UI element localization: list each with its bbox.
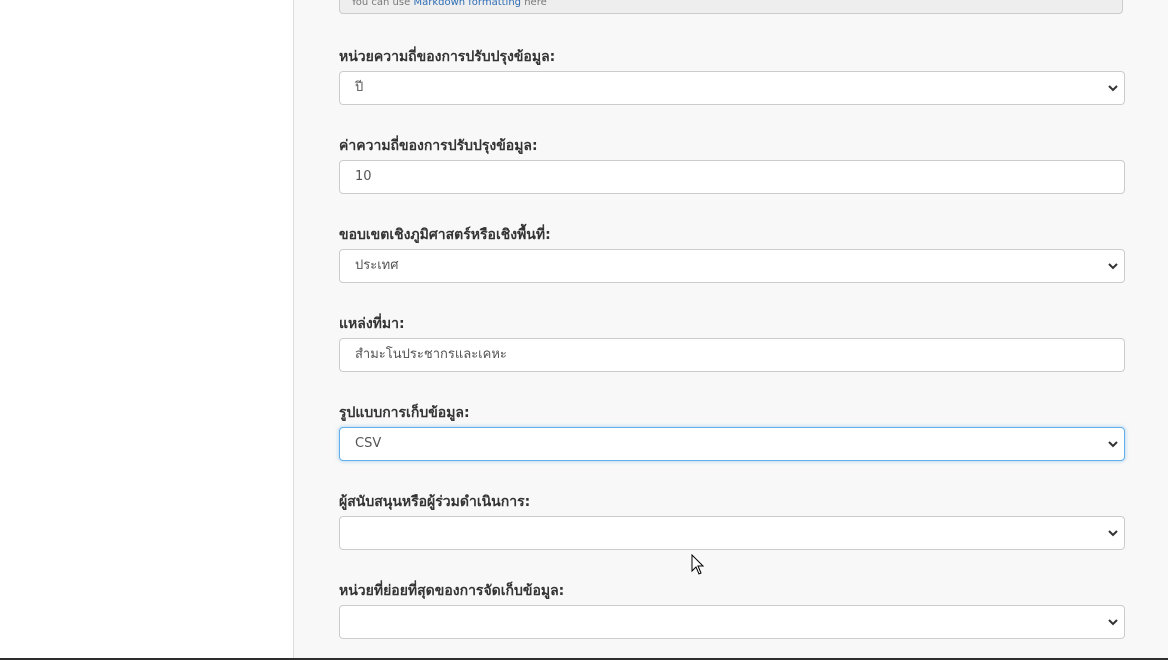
chevron-down-icon <box>1108 441 1118 448</box>
markdown-help-suffix: here <box>524 0 547 8</box>
sponsor-label: ผู้สนับสนุนหรือผู้ร่วมดำเนินการ: <box>339 494 531 510</box>
update-frequency-value-text: 10 <box>355 169 372 184</box>
update-frequency-unit-value: ปี <box>355 80 364 95</box>
geographic-scope-label: ขอบเขตเชิงภูมิศาสตร์หรือเชิงพื้นที่: <box>339 227 551 243</box>
source-value: สำมะโนประชากรและเคหะ <box>355 347 507 362</box>
update-frequency-value-input[interactable]: 10 <box>339 160 1125 194</box>
mouse-cursor-icon <box>691 554 705 575</box>
source-label: แหล่งที่มา: <box>339 316 405 332</box>
smallest-unit-label: หน่วยที่ย่อยที่สุดของการจัดเก็บข้อมูล: <box>339 583 565 599</box>
markdown-help-text: You can use Markdown formatting here <box>339 0 1123 14</box>
source-input[interactable]: สำมะโนประชากรและเคหะ <box>339 338 1125 372</box>
update-frequency-unit-label: หน่วยความถี่ของการปรับปรุงข้อมูล: <box>339 49 556 65</box>
sidebar-divider <box>293 0 294 660</box>
geographic-scope-select[interactable]: ประเทศ <box>339 249 1125 283</box>
smallest-unit-select[interactable] <box>339 605 1125 639</box>
update-frequency-value-label: ค่าความถี่ของการปรับปรุงข้อมูล: <box>339 138 538 154</box>
update-frequency-unit-select[interactable]: ปี <box>339 71 1125 105</box>
data-format-select[interactable]: CSV <box>339 427 1125 461</box>
chevron-down-icon <box>1108 530 1118 537</box>
sponsor-select[interactable] <box>339 516 1125 550</box>
markdown-help-prefix: You can use <box>351 0 411 8</box>
markdown-help-link[interactable]: Markdown formatting <box>413 0 521 8</box>
data-format-label: รูปแบบการเก็บข้อมูล: <box>339 405 470 421</box>
chevron-down-icon <box>1108 263 1118 270</box>
geographic-scope-value: ประเทศ <box>355 258 399 273</box>
chevron-down-icon <box>1108 85 1118 92</box>
data-format-value: CSV <box>355 436 382 451</box>
chevron-down-icon <box>1108 619 1118 626</box>
